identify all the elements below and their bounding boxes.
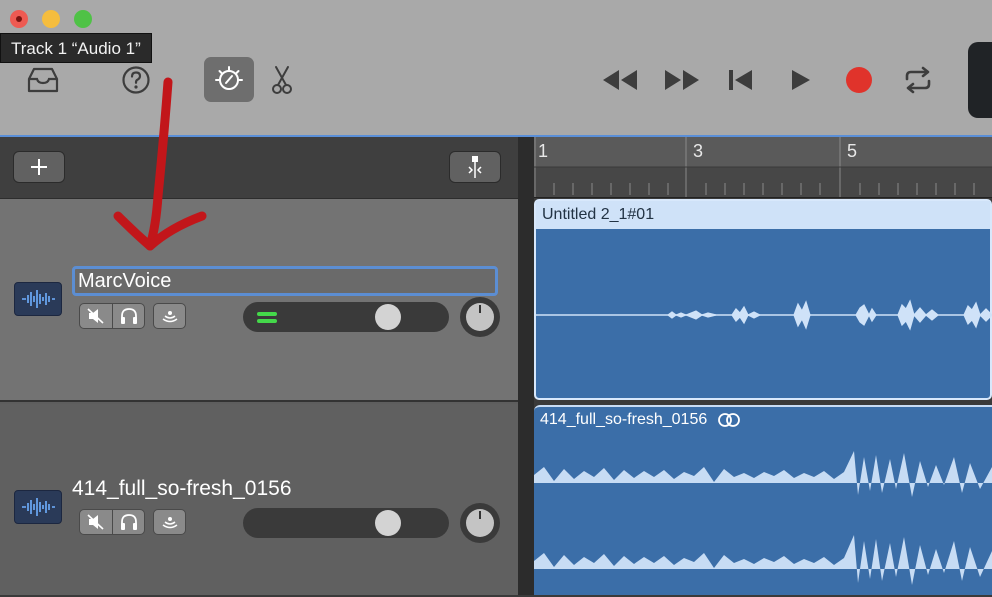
library-icon[interactable] — [24, 64, 62, 96]
waveform-icon — [14, 490, 62, 524]
headphones-icon — [121, 308, 137, 324]
catch-playhead-button[interactable] — [449, 151, 501, 183]
timeline: 1 3 5 Untitled 2_1#01 414_full_so-fresh_… — [534, 137, 992, 595]
mute-button[interactable] — [80, 510, 113, 534]
track-name-field[interactable]: MarcVoice — [72, 266, 498, 296]
audio-region-1[interactable]: Untitled 2_1#01 — [534, 199, 992, 400]
lcd-display[interactable] — [968, 42, 992, 118]
add-track-button[interactable] — [13, 151, 65, 183]
input-monitor-icon — [162, 311, 177, 323]
loop-icon — [718, 413, 741, 427]
track-header-1[interactable]: MarcVoice — [0, 199, 518, 402]
track-header-2[interactable]: 414_full_so-fresh_0156 — [0, 404, 518, 595]
speaker-muted-icon — [87, 514, 104, 530]
volume-slider[interactable] — [243, 302, 449, 332]
tracks-header — [0, 137, 518, 199]
smart-controls-icon — [215, 66, 243, 90]
panel-divider[interactable] — [518, 137, 534, 595]
toolbar — [0, 0, 992, 137]
help-icon[interactable] — [120, 64, 152, 96]
headphones-icon — [121, 514, 137, 530]
volume-slider[interactable] — [243, 508, 449, 538]
speaker-muted-icon — [87, 308, 104, 324]
level-meter — [257, 312, 277, 316]
ruler-ticks — [534, 137, 992, 197]
level-meter — [257, 319, 277, 323]
region-title: Untitled 2_1#01 — [536, 201, 990, 229]
record-enable-button[interactable] — [153, 509, 186, 535]
ruler-bar-number: 3 — [693, 141, 704, 161]
track-name[interactable]: 414_full_so-fresh_0156 — [72, 477, 292, 501]
mute-solo-group — [79, 509, 145, 535]
ruler[interactable]: 1 3 5 — [534, 137, 992, 198]
ruler-bar-number: 1 — [538, 141, 549, 161]
track-tooltip: Track 1 “Audio 1” — [0, 33, 152, 63]
waveform-icon — [14, 282, 62, 316]
play-icon[interactable] — [786, 66, 814, 94]
region-waveform-stereo — [534, 451, 992, 585]
rewind-icon[interactable] — [600, 66, 640, 94]
fast-forward-icon[interactable] — [662, 66, 702, 94]
region-waveform — [536, 299, 992, 331]
region-header: 414_full_so-fresh_0156 — [540, 411, 741, 429]
playhead-catch-icon — [468, 156, 482, 178]
solo-button[interactable] — [113, 304, 145, 328]
pan-knob[interactable] — [460, 503, 500, 543]
record-enable-button[interactable] — [153, 303, 186, 329]
tracks-panel: MarcVoice 414_full_so-fresh_0156 — [0, 137, 518, 595]
ruler-bar-number: 5 — [847, 141, 858, 161]
input-monitor-icon — [162, 517, 177, 529]
region-title: 414_full_so-fresh_0156 — [540, 411, 708, 428]
pan-knob[interactable] — [460, 297, 500, 337]
go-to-start-icon[interactable] — [724, 66, 756, 94]
volume-slider-thumb[interactable] — [375, 304, 401, 330]
close-window-button[interactable] — [10, 10, 28, 28]
volume-slider-thumb[interactable] — [375, 510, 401, 536]
record-icon[interactable] — [844, 65, 874, 95]
cycle-icon[interactable] — [900, 65, 936, 95]
smart-controls-button[interactable] — [204, 57, 254, 102]
plus-icon — [31, 159, 47, 175]
zoom-window-button[interactable] — [74, 10, 92, 28]
solo-button[interactable] — [113, 510, 145, 534]
mute-button[interactable] — [80, 304, 113, 328]
mute-solo-group — [79, 303, 145, 329]
editors-icon[interactable] — [268, 64, 296, 96]
audio-region-2[interactable]: 414_full_so-fresh_0156 — [534, 405, 992, 595]
minimize-window-button[interactable] — [42, 10, 60, 28]
